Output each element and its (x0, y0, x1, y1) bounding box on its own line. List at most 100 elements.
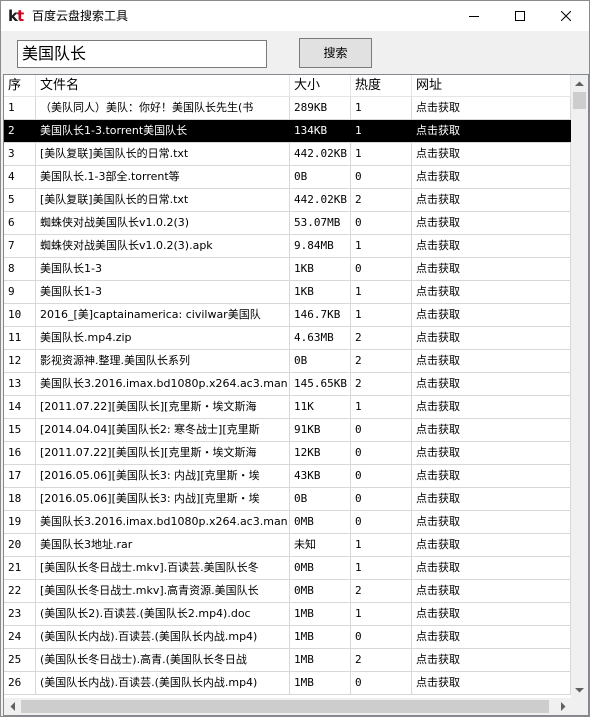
table-row[interactable]: 20 美国队长3地址.rar 未知 1 点击获取 (4, 534, 571, 557)
scrollbar-corner (571, 698, 588, 715)
cell-url-link[interactable]: 点击获取 (412, 419, 571, 441)
table-row[interactable]: 19 美国队长3.2016.imax.bd1080p.x264.ac3.man 0M… (4, 511, 571, 534)
minimize-button[interactable] (451, 1, 497, 31)
cell-size: 442.02KB (290, 143, 351, 165)
column-header-filename[interactable]: 文件名 (36, 75, 290, 97)
cell-url-link[interactable]: 点击获取 (412, 557, 571, 579)
cell-url-link[interactable]: 点击获取 (412, 166, 571, 188)
column-header-size[interactable]: 大小 (290, 75, 351, 97)
cell-heat: 0 (351, 465, 412, 487)
cell-url-link[interactable]: 点击获取 (412, 304, 571, 326)
close-button[interactable] (543, 1, 589, 31)
cell-index: 17 (4, 465, 36, 487)
table-row[interactable]: 8 美国队长1-3 1KB 0 点击获取 (4, 258, 571, 281)
cell-url-link[interactable]: 点击获取 (412, 143, 571, 165)
cell-url-link[interactable]: 点击获取 (412, 373, 571, 395)
table-row[interactable]: 22 [美国队长冬日战士.mkv].高青资源.美国队长 0MB 2 点击获取 (4, 580, 571, 603)
table-row[interactable]: 26 (美国队长内战).百读芸.(美国队长内战.mp4) 1MB 0 点击获取 (4, 672, 571, 695)
title-bar[interactable]: kt 百度云盘搜索工具 (1, 1, 589, 31)
cell-filename: 美国队长1-3 (36, 281, 290, 303)
table-row[interactable]: 12 影视资源神.整理.美国队长系列 0B 2 点击获取 (4, 350, 571, 373)
cell-heat: 0 (351, 419, 412, 441)
table-row[interactable]: 11 美国队长.mp4.zip 4.63MB 2 点击获取 (4, 327, 571, 350)
vertical-scroll-thumb[interactable] (573, 92, 586, 109)
cell-url-link[interactable]: 点击获取 (412, 97, 571, 119)
table-row[interactable]: 18 [2016.05.06][美国队长3: 内战][克里斯・埃 0B 0 点击获取 (4, 488, 571, 511)
table-row[interactable]: 13 美国队长3.2016.imax.bd1080p.x264.ac3.man 14… (4, 373, 571, 396)
table-row[interactable]: 6 蜘蛛侠对战美国队长v1.0.2(3) 53.07MB 0 点击获取 (4, 212, 571, 235)
cell-heat: 2 (351, 580, 412, 602)
table-row[interactable]: 14 [2011.07.22][美国队长][克里斯・埃文斯海 11K 1 点击获取 (4, 396, 571, 419)
cell-url-link[interactable]: 点击获取 (412, 235, 571, 257)
table-row[interactable]: 3 [美队复联]美国队长的日常.txt 442.02KB 1 点击获取 (4, 143, 571, 166)
cell-heat: 1 (351, 304, 412, 326)
cell-filename: 蜘蛛侠对战美国队长v1.0.2(3) (36, 212, 290, 234)
scroll-up-icon[interactable] (571, 75, 588, 92)
table-row[interactable]: 5 [美队复联]美国队长的日常.txt 442.02KB 2 点击获取 (4, 189, 571, 212)
cell-size: 289KB (290, 97, 351, 119)
cell-url-link[interactable]: 点击获取 (412, 350, 571, 372)
cell-url-link[interactable]: 点击获取 (412, 120, 571, 142)
cell-url-link[interactable]: 点击获取 (412, 396, 571, 418)
search-button[interactable]: 搜索 (299, 38, 372, 68)
cell-filename: (美国队长内战).百读芸.(美国队长内战.mp4) (36, 626, 290, 648)
results-table[interactable]: 序 文件名 大小 热度 网址 1 （美队同人）美队：你好！美国队长先生(书 289K… (3, 74, 589, 716)
cell-index: 26 (4, 672, 36, 694)
table-row[interactable]: 9 美国队长1-3 1KB 1 点击获取 (4, 281, 571, 304)
cell-index: 25 (4, 649, 36, 671)
cell-heat: 0 (351, 258, 412, 280)
cell-url-link[interactable]: 点击获取 (412, 626, 571, 648)
cell-index: 21 (4, 557, 36, 579)
table-header: 序 文件名 大小 热度 网址 (4, 75, 571, 97)
cell-filename: (美国队长冬日战士).高青.(美国队长冬日战 (36, 649, 290, 671)
cell-url-link[interactable]: 点击获取 (412, 281, 571, 303)
cell-filename: [2016.05.06][美国队长3: 内战][克里斯・埃 (36, 465, 290, 487)
cell-filename: [2011.07.22][美国队长][克里斯・埃文斯海 (36, 442, 290, 464)
cell-size: 未知 (290, 534, 351, 556)
cell-url-link[interactable]: 点击获取 (412, 649, 571, 671)
table-row[interactable]: 10 2016_[美]captainamerica: civilwar美国队 146… (4, 304, 571, 327)
cell-heat: 2 (351, 649, 412, 671)
table-row[interactable]: 4 美国队长.1-3部全.torrent等 0B 0 点击获取 (4, 166, 571, 189)
cell-url-link[interactable]: 点击获取 (412, 534, 571, 556)
cell-url-link[interactable]: 点击获取 (412, 189, 571, 211)
search-input[interactable]: 美国队长 (17, 40, 267, 68)
table-row[interactable]: 16 [2011.07.22][美国队长][克里斯・埃文斯海 12KB 0 点击获取 (4, 442, 571, 465)
column-header-index[interactable]: 序 (4, 75, 36, 97)
cell-url-link[interactable]: 点击获取 (412, 511, 571, 533)
table-row[interactable]: 21 [美国队长冬日战士.mkv].百读芸.美国队长冬 0MB 1 点击获取 (4, 557, 571, 580)
table-row[interactable]: 7 蜘蛛侠对战美国队长v1.0.2(3).apk 9.84MB 1 点击获取 (4, 235, 571, 258)
scroll-left-icon[interactable] (4, 698, 21, 715)
table-row[interactable]: 2 美国队长1-3.torrent美国队长 134KB 1 点击获取 (4, 120, 571, 143)
cell-size: 11K (290, 396, 351, 418)
cell-index: 23 (4, 603, 36, 625)
cell-url-link[interactable]: 点击获取 (412, 212, 571, 234)
cell-url-link[interactable]: 点击获取 (412, 488, 571, 510)
scroll-down-icon[interactable] (571, 681, 588, 698)
column-header-url[interactable]: 网址 (412, 75, 571, 97)
cell-url-link[interactable]: 点击获取 (412, 672, 571, 694)
maximize-button[interactable] (497, 1, 543, 31)
cell-heat: 2 (351, 373, 412, 395)
table-row[interactable]: 1 （美队同人）美队：你好！美国队长先生(书 289KB 1 点击获取 (4, 97, 571, 120)
table-row[interactable]: 23 (美国队长2).百读芸.(美国队长2.mp4).doc 1MB 1 点击获取 (4, 603, 571, 626)
maximize-icon (515, 11, 525, 21)
horizontal-scroll-thumb[interactable] (21, 700, 549, 713)
cell-size: 0B (290, 166, 351, 188)
cell-url-link[interactable]: 点击获取 (412, 465, 571, 487)
cell-url-link[interactable]: 点击获取 (412, 258, 571, 280)
horizontal-scrollbar[interactable] (4, 698, 571, 715)
vertical-scrollbar[interactable] (571, 75, 588, 698)
cell-url-link[interactable]: 点击获取 (412, 442, 571, 464)
cell-url-link[interactable]: 点击获取 (412, 327, 571, 349)
cell-url-link[interactable]: 点击获取 (412, 580, 571, 602)
cell-url-link[interactable]: 点击获取 (412, 603, 571, 625)
cell-filename: 美国队长1-3.torrent美国队长 (36, 120, 290, 142)
scroll-right-icon[interactable] (554, 698, 571, 715)
table-row[interactable]: 25 (美国队长冬日战士).高青.(美国队长冬日战 1MB 2 点击获取 (4, 649, 571, 672)
table-row[interactable]: 24 (美国队长内战).百读芸.(美国队长内战.mp4) 1MB 0 点击获取 (4, 626, 571, 649)
table-row[interactable]: 15 [2014.04.04][美国队长2: 寒冬战士][克里斯 91KB 0 点击获取 (4, 419, 571, 442)
window-title: 百度云盘搜索工具 (32, 9, 129, 23)
table-row[interactable]: 17 [2016.05.06][美国队长3: 内战][克里斯・埃 43KB 0 点击获取 (4, 465, 571, 488)
column-header-heat[interactable]: 热度 (351, 75, 412, 97)
